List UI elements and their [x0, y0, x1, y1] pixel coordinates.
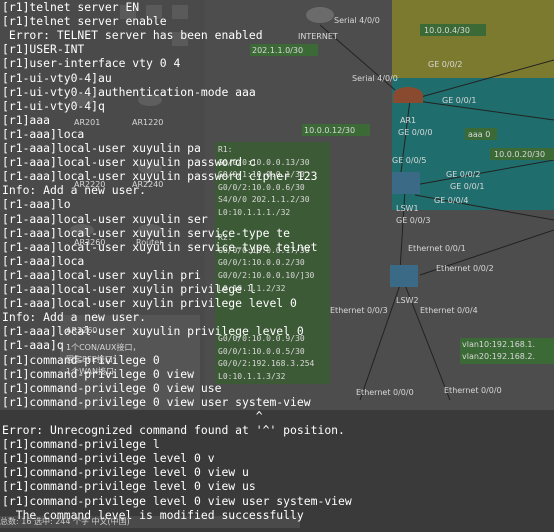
terminal-line: [r1-aaa]loca: [2, 126, 85, 141]
terminal-line: The command level is modified successful…: [2, 507, 304, 522]
terminal-line: [r1-aaa]local-user xuyulin password ciph…: [2, 169, 318, 184]
terminal-line: [r1-aaa]local-user xuyulin ser: [2, 211, 208, 226]
terminal-line: ^: [2, 408, 263, 423]
terminal-line: [r1]telnet server enable: [2, 14, 167, 29]
terminal-line: Info: Add a new user.: [2, 183, 147, 198]
terminal-line: [r1]command-privilege 0 view user system…: [2, 394, 311, 409]
terminal-line: [r1-aaa]loca: [2, 253, 85, 268]
terminal-line: [r1-aaa]local-user xuylin pri: [2, 267, 201, 282]
terminal-line: [r1]command-privilege level 0 view us: [2, 479, 256, 494]
terminal-line: [r1-aaa]q: [2, 338, 64, 353]
terminal-line: [r1-aaa]local-user xuyulin privilege lev…: [2, 324, 304, 339]
terminal-line: Error: Unrecognized command found at '^'…: [2, 423, 345, 437]
terminal-line: [r1]aaa: [2, 112, 51, 127]
terminal-line: Info: Add a new user.: [2, 310, 147, 325]
terminal-line: [r1-aaa]lo: [2, 197, 71, 212]
terminal-line: [r1]command-privilege level 0 v: [2, 451, 215, 466]
terminal-line: [r1-aaa]local-user xuyulin service-type …: [2, 225, 291, 240]
terminal-line: [r1]command-privilege l: [2, 437, 160, 452]
terminal-line: [r1]USER-INT: [2, 42, 85, 57]
terminal-line: [r1]command-privilege 0 view: [2, 366, 195, 381]
terminal-line: [r1]command-privilege 0 view use: [2, 380, 222, 395]
terminal-line: [r1]command-privilege level 0 view u: [2, 465, 249, 480]
terminal-line: [r1-aaa]local-user xuylin privilege l: [2, 282, 256, 296]
terminal-line: [r1-aaa]local-user xuyulin service-type …: [2, 239, 318, 254]
terminal-line: Error: TELNET server has been enabled: [2, 28, 263, 43]
terminal-line: [r1-aaa]local-user xuylin privilege leve…: [2, 296, 297, 311]
terminal-line: [r1-ui-vty0-4]authentication-mode aaa: [2, 84, 256, 99]
terminal-line: [r1-aaa]local-user xuyulin password c: [2, 155, 256, 170]
terminal-line: [r1-ui-vty0-4]au: [2, 70, 112, 85]
terminal-console[interactable]: [r1]telnet server EN [r1]telnet server en…: [0, 0, 554, 528]
terminal-line: [r1]command-privilege level 0 view user …: [2, 493, 352, 508]
terminal-line: [r1]command-privilege 0: [2, 352, 160, 367]
terminal-line: [r1]telnet server EN: [2, 0, 140, 14]
terminal-line: [r1-aaa]local-user xuyulin pa: [2, 141, 201, 155]
terminal-line: [r1-ui-vty0-4]q: [2, 98, 105, 113]
terminal-line: [r1]user-interface vty 0 4: [2, 56, 181, 71]
